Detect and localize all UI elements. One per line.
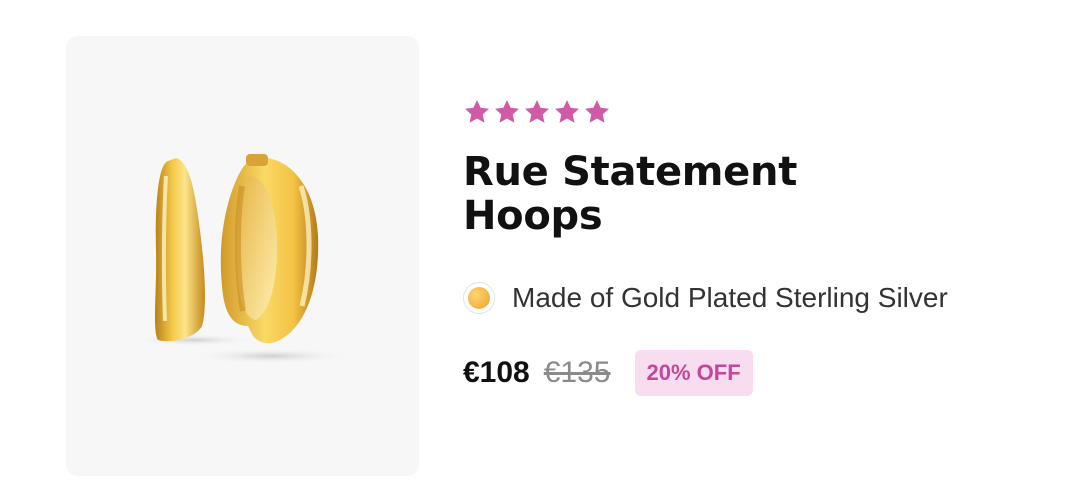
material-label: Made of Gold Plated Sterling Silver <box>512 282 948 313</box>
gold-color-dot <box>468 287 490 309</box>
star-icon <box>555 100 579 123</box>
earrings-image <box>134 154 351 364</box>
current-price: €108 <box>463 356 530 389</box>
product-info: Rue Statement Hoops Made of Gold Plated … <box>463 96 1053 396</box>
discount-badge: 20% OFF <box>634 350 753 396</box>
star-icon <box>495 100 519 123</box>
star-icon <box>465 100 489 123</box>
star-icon <box>585 100 609 123</box>
material-swatch <box>463 282 495 314</box>
star-icon <box>525 100 549 123</box>
material-row: Made of Gold Plated Sterling Silver <box>463 280 1053 316</box>
product-title: Rue Statement Hoops <box>463 149 798 239</box>
price-row: €108 €135 20% OFF <box>463 350 1053 396</box>
product-image[interactable] <box>66 36 419 476</box>
rating-stars <box>463 96 1053 128</box>
original-price: €135 <box>543 356 611 389</box>
